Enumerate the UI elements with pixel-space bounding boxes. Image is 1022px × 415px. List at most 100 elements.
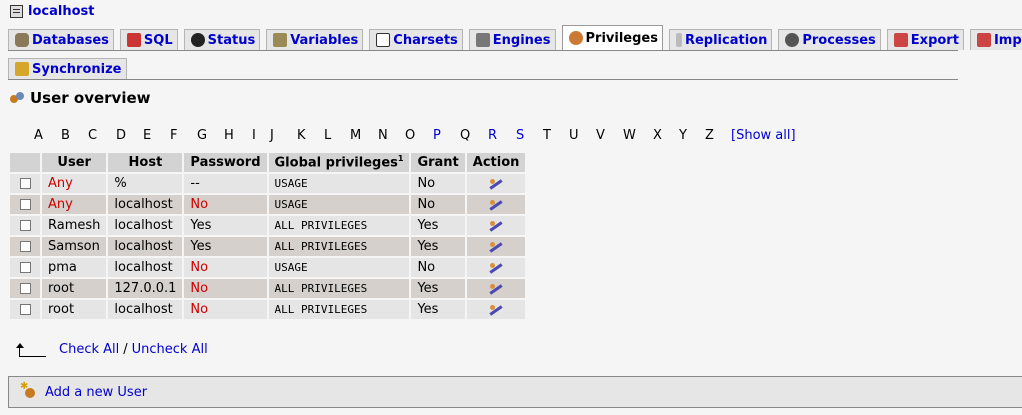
check-all-link[interactable]: Check All — [59, 342, 119, 357]
row-checkbox[interactable] — [19, 283, 31, 294]
tab-label: SQL — [143, 32, 173, 48]
tab-label: Variables — [290, 32, 359, 48]
grant-cell: Yes — [411, 216, 465, 235]
table-row: pma localhost No USAGE No — [10, 258, 526, 277]
privileges-cell: USAGE — [268, 258, 410, 277]
server-name[interactable]: localhost — [28, 4, 94, 19]
database-icon — [15, 33, 29, 47]
initial-h: H — [224, 128, 234, 143]
initial-r-link[interactable]: R — [488, 128, 497, 143]
tab-label: Privileges — [585, 30, 658, 46]
header-host: Host — [108, 153, 183, 172]
table-header-row: User Host Password Global privileges1 Gr… — [10, 153, 526, 172]
tab-label: Processes — [802, 32, 876, 48]
initial-p-link[interactable]: P — [433, 128, 441, 143]
uncheck-all-link[interactable]: Uncheck All — [132, 342, 208, 357]
tab-label: Replication — [684, 32, 768, 48]
row-checkbox[interactable] — [19, 241, 31, 252]
table-row: root localhost No ALL PRIVILEGES Yes — [10, 300, 526, 319]
server-breadcrumb[interactable]: localhost — [10, 3, 94, 19]
tab-label: Synchronize — [32, 61, 122, 77]
tab-replication[interactable]: Replication — [668, 29, 773, 50]
initial-i: I — [252, 128, 256, 143]
tab-export[interactable]: Export — [886, 29, 964, 50]
row-checkbox[interactable] — [19, 304, 31, 315]
row-checkbox[interactable] — [19, 178, 31, 189]
tab-sql[interactable]: SQL — [119, 29, 178, 50]
edit-privileges-icon[interactable] — [488, 261, 504, 275]
host-cell: % — [108, 174, 183, 193]
password-cell: No — [184, 279, 267, 298]
user-cell: Samson — [42, 237, 107, 256]
replication-icon — [675, 33, 682, 47]
row-select-cell — [10, 258, 40, 277]
row-checkbox[interactable] — [19, 199, 31, 210]
host-cell: localhost — [108, 300, 183, 319]
initial-u: U — [569, 128, 579, 143]
edit-privileges-icon[interactable] — [488, 198, 504, 212]
initial-e: E — [143, 128, 152, 143]
host-cell: localhost — [108, 216, 183, 235]
tab-processes[interactable]: Processes — [778, 29, 881, 50]
tab-label: Engines — [492, 32, 551, 48]
edit-privileges-icon[interactable] — [488, 282, 504, 296]
header-select — [10, 153, 40, 172]
edit-privileges-icon[interactable] — [488, 303, 504, 317]
table-row: root 127.0.0.1 No ALL PRIVILEGES Yes — [10, 279, 526, 298]
charsets-icon — [376, 33, 391, 47]
engines-icon — [475, 33, 490, 47]
tab-status[interactable]: Status — [183, 29, 261, 50]
tab-synchronize[interactable]: Synchronize — [8, 58, 127, 79]
host-cell: localhost — [108, 258, 183, 277]
initial-w: W — [623, 128, 636, 143]
initial-s-link[interactable]: S — [516, 128, 524, 143]
header-password: Password — [184, 153, 267, 172]
tab-databases[interactable]: Databases — [8, 29, 114, 50]
row-select-cell — [10, 279, 40, 298]
edit-privileges-icon[interactable] — [488, 177, 504, 191]
grant-cell: Yes — [411, 300, 465, 319]
initial-z: Z — [705, 128, 714, 143]
show-all-link[interactable]: [Show all] — [731, 128, 796, 143]
users-table: User Host Password Global privileges1 Gr… — [8, 151, 527, 321]
initial-j: J — [270, 128, 274, 143]
add-user-icon[interactable] — [20, 381, 37, 400]
tab-import[interactable]: Import — [969, 29, 1022, 50]
sql-icon — [126, 33, 141, 47]
users-icon — [10, 91, 24, 105]
selection-arrow-icon — [16, 342, 46, 357]
user-cell: pma — [42, 258, 107, 277]
header-user: User — [42, 153, 107, 172]
tab-privileges[interactable]: Privileges — [561, 25, 663, 50]
add-user-link[interactable]: Add a new User — [45, 385, 147, 400]
grant-cell: No — [411, 174, 465, 193]
tab-label: Databases — [32, 32, 109, 48]
privileges-cell: ALL PRIVILEGES — [268, 300, 410, 319]
password-cell: No — [184, 258, 267, 277]
initial-d: D — [116, 128, 127, 143]
initial-g: G — [197, 128, 208, 143]
tab-label: Export — [910, 32, 959, 48]
initial-b: B — [61, 128, 70, 143]
privileges-cell: ALL PRIVILEGES — [268, 216, 410, 235]
tab-engines[interactable]: Engines — [468, 29, 556, 50]
initial-y: Y — [679, 128, 687, 143]
user-cell: Ramesh — [42, 216, 107, 235]
edit-privileges-icon[interactable] — [488, 219, 504, 233]
privileges-cell: USAGE — [268, 195, 410, 214]
edit-privileges-icon[interactable] — [488, 240, 504, 254]
header-global-privileges: Global privileges1 — [268, 153, 410, 172]
tab-charsets[interactable]: Charsets — [369, 29, 463, 50]
page-title-text: User overview — [30, 89, 151, 107]
user-cell: root — [42, 300, 107, 319]
row-checkbox[interactable] — [19, 220, 31, 231]
header-global-privileges-label: Global privileges — [274, 155, 398, 171]
bulk-selection: Check All / Uncheck All — [16, 342, 208, 357]
privileges-footnote-link[interactable]: 1 — [398, 154, 404, 163]
row-select-cell — [10, 237, 40, 256]
row-checkbox[interactable] — [19, 262, 31, 273]
table-row: Any% -- USAGE No — [10, 174, 526, 193]
tab-variables[interactable]: Variables — [266, 29, 364, 50]
add-user-bar: Add a new User — [8, 376, 1022, 408]
initial-k: K — [297, 128, 306, 143]
